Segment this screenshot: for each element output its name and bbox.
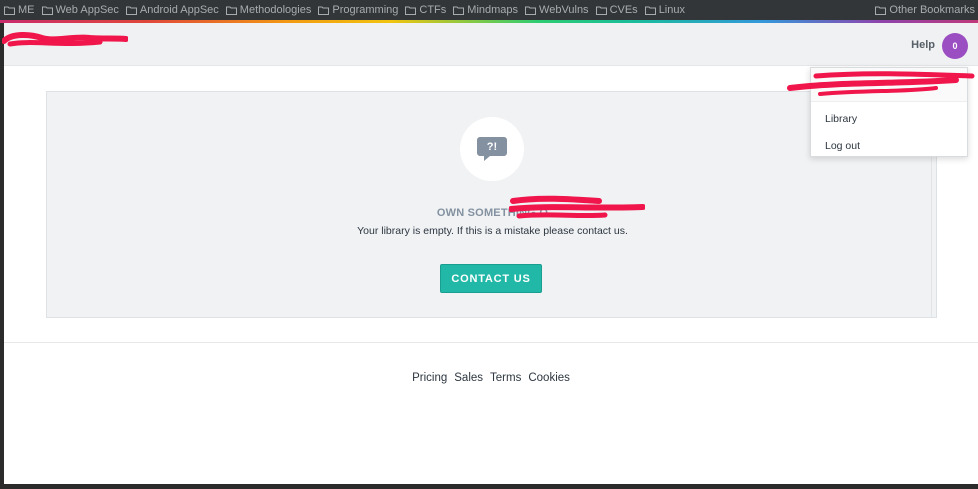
footer-divider xyxy=(4,342,978,343)
folder-icon xyxy=(4,6,15,15)
bookmark-web-appsec[interactable]: Web AppSec xyxy=(38,0,122,20)
empty-state-heading: OWN SOMETHING O xyxy=(436,207,549,219)
bookmark-label: ME xyxy=(18,4,35,16)
bookmark-webvulns[interactable]: WebVulns xyxy=(521,0,592,20)
contact-us-button[interactable]: CONTACT US xyxy=(440,264,542,293)
footer-link-cookies[interactable]: Cookies xyxy=(528,372,570,384)
footer-link-pricing[interactable]: Pricing xyxy=(412,372,447,384)
footer-links: Pricing Sales Terms Cookies xyxy=(4,372,978,384)
bookmark-programming[interactable]: Programming xyxy=(314,0,401,20)
footer-link-sales[interactable]: Sales xyxy=(454,372,483,384)
redacted-logo xyxy=(2,32,128,47)
bookmark-label: CVEs xyxy=(609,4,638,16)
folder-icon xyxy=(875,6,887,15)
bookmark-me[interactable]: ME xyxy=(0,0,38,20)
folder-icon xyxy=(525,6,537,15)
window-edge-bottom xyxy=(0,484,978,489)
menu-item-logout[interactable]: Log out xyxy=(825,140,860,152)
redacted-account-name xyxy=(787,71,975,96)
folder-icon xyxy=(405,6,417,15)
bookmark-methodologies[interactable]: Methodologies xyxy=(222,0,315,20)
bookmark-ctfs[interactable]: CTFs xyxy=(401,0,449,20)
empty-state-icon-circle: ?! xyxy=(460,117,524,181)
redacted-heading-part xyxy=(509,195,645,219)
user-avatar[interactable]: 0 xyxy=(942,33,968,59)
bookmark-label: Web AppSec xyxy=(55,4,119,16)
bookmark-label: Android AppSec xyxy=(139,4,219,16)
bookmark-other[interactable]: Other Bookmarks xyxy=(871,0,978,20)
folder-icon xyxy=(41,6,53,15)
bookmark-label: Programming xyxy=(332,4,399,16)
empty-state-message: Your library is empty. If this is a mist… xyxy=(357,225,628,237)
site-header: Help 0 xyxy=(2,23,978,66)
bookmark-mindmaps[interactable]: Mindmaps xyxy=(449,0,521,20)
bookmark-label: Linux xyxy=(658,4,685,16)
help-link[interactable]: Help xyxy=(911,39,935,51)
folder-icon xyxy=(318,6,330,15)
folder-icon xyxy=(453,6,465,15)
footer-link-terms[interactable]: Terms xyxy=(490,372,521,384)
folder-icon xyxy=(125,6,137,15)
bookmark-cves[interactable]: CVEs xyxy=(592,0,641,20)
bookmark-label: Mindmaps xyxy=(467,4,519,16)
bookmark-label: CTFs xyxy=(419,4,447,16)
bookmark-android-appsec[interactable]: Android AppSec xyxy=(122,0,222,20)
menu-item-library[interactable]: Library xyxy=(825,113,857,125)
bookmark-label: WebVulns xyxy=(539,4,589,16)
bookmarks-bar: ME Web AppSec Android AppSec Methodologi… xyxy=(0,0,978,20)
folder-icon xyxy=(644,6,656,15)
bookmark-label: Methodologies xyxy=(239,4,312,16)
folder-icon xyxy=(225,6,237,15)
bookmark-label: Other Bookmarks xyxy=(889,4,975,16)
speech-bubble-glyph: ?! xyxy=(486,141,498,153)
empty-library-card: ?! OWN SOMETHING O Your library is empty… xyxy=(46,91,937,318)
bookmark-linux[interactable]: Linux xyxy=(641,0,688,20)
folder-icon xyxy=(595,6,607,15)
